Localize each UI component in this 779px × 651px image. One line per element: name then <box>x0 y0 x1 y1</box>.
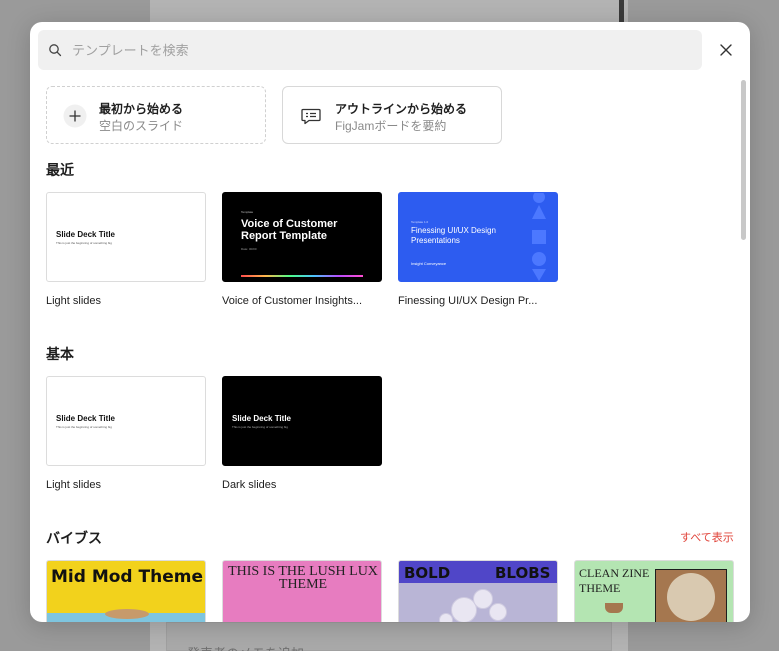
template-mid-mod-theme[interactable]: Mid Mod Theme <box>46 560 206 622</box>
outline-icon <box>301 108 321 125</box>
gradient-bar <box>241 275 363 277</box>
start-blank-button[interactable]: 最初から始める 空白のスライド <box>46 86 266 144</box>
template-thumbnail: Slide Deck Title This is just the beginn… <box>222 376 382 466</box>
thumb-subtitle: This is just the beginning of something … <box>56 241 112 245</box>
thumb-title: THIS IS THE LUSH LUX THEME <box>228 564 378 592</box>
thumb-meta: Date: 00/00 <box>241 247 257 251</box>
template-thumbnail: Slide Deck Title This is just the beginn… <box>46 376 206 466</box>
start-blank-subtitle: 空白のスライド <box>99 119 184 133</box>
template-label: Light slides <box>46 295 102 307</box>
template-dark-slides[interactable]: Slide Deck Title This is just the beginn… <box>222 376 382 496</box>
thumb-subtitle: This is just the beginning of something … <box>56 425 112 429</box>
decorative-circle <box>667 573 715 621</box>
background-toolbar-edge <box>619 0 624 22</box>
thumb-title-right: BLOBS <box>495 564 551 582</box>
decorative-shapes-icon <box>532 193 546 281</box>
close-icon[interactable] <box>716 40 736 60</box>
template-voice-of-customer[interactable]: Template Voice of Customer Report Templa… <box>222 192 382 312</box>
thumb-title: Slide Deck Title <box>56 230 115 239</box>
start-outline-title: アウトラインから始める <box>335 102 468 116</box>
start-outline-subtitle: FigJamボードを要約 <box>335 119 447 133</box>
thumb-title: Finessing UI/UX Design Presentations <box>411 226 496 245</box>
section-title-basic: 基本 <box>46 346 74 362</box>
decorative-disc <box>105 609 149 619</box>
search-icon <box>49 44 62 57</box>
template-clean-zine-theme[interactable]: CLEAN ZINE THEME <box>574 560 734 622</box>
decorative-blob <box>439 613 453 622</box>
template-label: Light slides <box>46 479 102 491</box>
thumb-subtitle: This is just the beginning of something … <box>232 425 288 429</box>
template-lush-lux-theme[interactable]: THIS IS THE LUSH LUX THEME <box>222 560 382 622</box>
start-blank-title: 最初から始める <box>99 102 184 116</box>
template-thumbnail: Template 1.0 Finessing UI/UX Design Pres… <box>398 192 558 282</box>
speaker-notes-placeholder: 発表者のメモを追加 <box>187 643 304 651</box>
decorative-cup <box>605 603 623 613</box>
thumb-title: CLEAN ZINE THEME <box>579 566 650 595</box>
template-light-slides[interactable]: Slide Deck Title This is just the beginn… <box>46 376 206 496</box>
thumb-meta: Insight Conveyance <box>411 261 447 266</box>
section-title-recent: 最近 <box>46 162 74 178</box>
template-label: Finessing UI/UX Design Pr... <box>398 295 538 307</box>
search-input[interactable] <box>72 30 692 70</box>
thumb-small-label: Template 1.0 <box>411 220 429 224</box>
see-all-link[interactable]: すべて表示 <box>680 529 734 545</box>
speaker-notes-field: 発表者のメモを追加 <box>166 622 612 651</box>
thumb-title: Slide Deck Title <box>56 414 115 423</box>
section-title-vibes: バイブス <box>46 530 102 546</box>
template-thumbnail: Slide Deck Title This is just the beginn… <box>46 192 206 282</box>
thumb-title: Mid Mod Theme <box>51 567 203 587</box>
thumb-title: Slide Deck Title <box>232 414 291 423</box>
template-label: Voice of Customer Insights... <box>222 295 363 307</box>
decorative-blob <box>489 603 507 621</box>
thumb-small-label: Template <box>241 210 254 214</box>
template-bold-blobs-theme[interactable]: BOLD BLOBS <box>398 560 558 622</box>
thumb-title: Voice of Customer Report Template <box>241 218 338 242</box>
thumb-title-left: BOLD <box>404 564 451 582</box>
template-label: Dark slides <box>222 479 277 491</box>
template-thumbnail: Template Voice of Customer Report Templa… <box>222 192 382 282</box>
scrollbar-thumb[interactable] <box>741 80 746 240</box>
template-finessing-uiux[interactable]: Template 1.0 Finessing UI/UX Design Pres… <box>398 192 558 312</box>
start-outline-button[interactable]: アウトラインから始める FigJamボードを要約 <box>282 86 502 144</box>
search-bar <box>38 30 702 70</box>
plus-icon <box>63 104 87 128</box>
template-light-slides-recent[interactable]: Slide Deck Title This is just the beginn… <box>46 192 206 312</box>
template-picker-modal: 最初から始める 空白のスライド アウトラインから始める FigJamボードを要約… <box>30 22 750 622</box>
